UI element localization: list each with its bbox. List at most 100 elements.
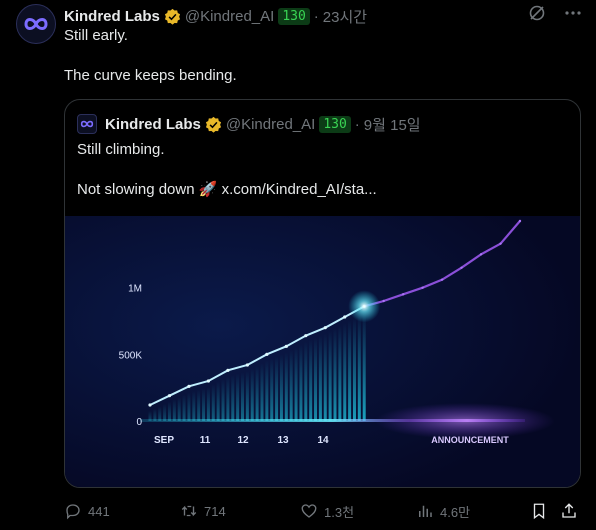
- glow-bar: [187, 392, 191, 421]
- analytics-icon: [419, 505, 432, 517]
- quote-avatar: [77, 114, 97, 134]
- glow-bar: [270, 358, 274, 421]
- reply-button[interactable]: 441: [64, 500, 110, 522]
- quoted-tweet[interactable]: Kindred Labs @Kindred_AI 130 · 9월 15일 St…: [64, 99, 581, 488]
- tweet-text: Still early. The curve keeps bending.: [64, 26, 237, 106]
- repost-count: 714: [204, 503, 226, 519]
- glow-bar: [211, 384, 215, 421]
- x-tick-label: ANNOUNCEMENT: [431, 435, 509, 445]
- repost-button[interactable]: 714: [180, 500, 226, 522]
- quote-header: Kindred Labs @Kindred_AI 130 · 9월 15일: [77, 114, 421, 134]
- share-button[interactable]: [560, 500, 578, 522]
- quote-author-name: Kindred Labs: [105, 115, 201, 133]
- glow-bar: [172, 399, 176, 421]
- data-point: [304, 334, 308, 338]
- glow-bar: [221, 379, 225, 421]
- tweet-timestamp[interactable]: 23시간: [323, 6, 367, 27]
- tweet-header: Kindred Labs @Kindred_AI 130 · 23시간: [64, 6, 367, 26]
- share-icon: [562, 503, 576, 518]
- glow-bar: [279, 354, 283, 421]
- x-tick-label: 14: [317, 435, 329, 446]
- avatar[interactable]: [16, 4, 56, 44]
- tweet[interactable]: Kindred Labs @Kindred_AI 130 · 23시간 Stil…: [0, 0, 596, 530]
- infinity-logo-icon: [80, 120, 94, 128]
- bookmark-button[interactable]: [530, 500, 548, 522]
- quote-line-1: Still climbing.: [77, 141, 165, 158]
- glow-bar: [275, 356, 279, 421]
- y-tick-label: 500K: [119, 350, 143, 361]
- author-handle[interactable]: @Kindred_AI: [185, 8, 274, 25]
- glow-bar: [231, 375, 235, 421]
- reply-count: 441: [88, 503, 110, 519]
- quote-author-handle: @Kindred_AI: [225, 115, 316, 133]
- x-tick-label: SEP: [154, 435, 174, 446]
- grok-icon[interactable]: [528, 4, 546, 26]
- glow-bar: [357, 315, 361, 421]
- glow-bar: [265, 360, 269, 421]
- glow-bar: [192, 391, 196, 421]
- data-point: [323, 326, 327, 330]
- growth-chart: 0 500K 1M SEP 11 12 13 14 ANNOUNCEMENT: [65, 216, 580, 487]
- glow-bar: [163, 404, 167, 421]
- tweet-line-2: The curve keeps bending.: [64, 67, 237, 84]
- data-point: [265, 352, 269, 356]
- rocket-emoji-icon: 🚀: [198, 181, 218, 198]
- views-count: 4.6만: [440, 504, 471, 520]
- glow-bar: [236, 373, 240, 421]
- glow-bar: [197, 389, 201, 421]
- data-point: [343, 315, 347, 319]
- quote-link[interactable]: x.com/Kindred_AI/sta...: [222, 181, 377, 198]
- highlight-flare: [348, 290, 381, 323]
- glow-bar: [182, 394, 186, 421]
- glow-bar: [226, 376, 230, 421]
- count-badge: 130: [278, 7, 310, 25]
- data-point: [518, 219, 522, 223]
- chart-background: [65, 216, 580, 487]
- glow-bar: [216, 381, 220, 421]
- data-point: [382, 299, 385, 303]
- chart-floor-line: [140, 419, 525, 422]
- glow-bar: [318, 335, 322, 421]
- quote-chart-image[interactable]: 0 500K 1M SEP 11 12 13 14 ANNOUNCEMENT: [65, 216, 580, 487]
- y-tick-label: 1M: [128, 284, 142, 295]
- quote-line-2: Not slowing down 🚀 x.com/Kindred_AI/sta.…: [77, 180, 377, 200]
- glow-bar: [328, 331, 332, 421]
- quote-text: Still climbing. Not slowing down 🚀 x.com…: [77, 140, 377, 220]
- glow-bar: [309, 339, 313, 421]
- data-point: [206, 379, 211, 383]
- glow-bar: [158, 406, 162, 421]
- glow-bar: [284, 352, 288, 421]
- glow-bar: [294, 347, 298, 421]
- glow-bar: [255, 365, 259, 421]
- header-icons: [528, 4, 582, 26]
- glow-bar: [348, 320, 352, 421]
- data-point: [167, 394, 172, 398]
- quote-timestamp: 9월 15일: [363, 116, 421, 134]
- like-count: 1.3천: [324, 504, 355, 520]
- glow-bar: [304, 341, 308, 421]
- views-button[interactable]: 4.6만: [416, 500, 470, 522]
- glow-bar: [314, 337, 318, 421]
- bookmark-icon: [533, 503, 545, 520]
- quote-separator-dot: ·: [354, 115, 360, 133]
- author-name[interactable]: Kindred Labs: [64, 8, 160, 25]
- glow-bar: [299, 344, 303, 421]
- glow-bar: [245, 371, 249, 421]
- glow-bar: [323, 333, 327, 421]
- x-tick-label: 11: [200, 435, 211, 446]
- data-point: [187, 384, 191, 388]
- glow-bar: [241, 372, 244, 421]
- data-point: [460, 266, 463, 269]
- glow-bar: [177, 397, 181, 421]
- data-point: [479, 253, 483, 256]
- tweet-line-1: Still early.: [64, 27, 128, 44]
- verified-badge-icon: [205, 116, 221, 133]
- action-bar: 441 714 1.3천 4.6만: [64, 500, 584, 522]
- more-options-icon[interactable]: [564, 4, 582, 26]
- glow-bar: [352, 317, 356, 421]
- data-point: [226, 368, 230, 372]
- verified-badge-icon[interactable]: [164, 8, 181, 25]
- separator-dot: ·: [313, 7, 319, 25]
- data-point: [245, 363, 249, 367]
- like-button[interactable]: 1.3천: [300, 500, 354, 522]
